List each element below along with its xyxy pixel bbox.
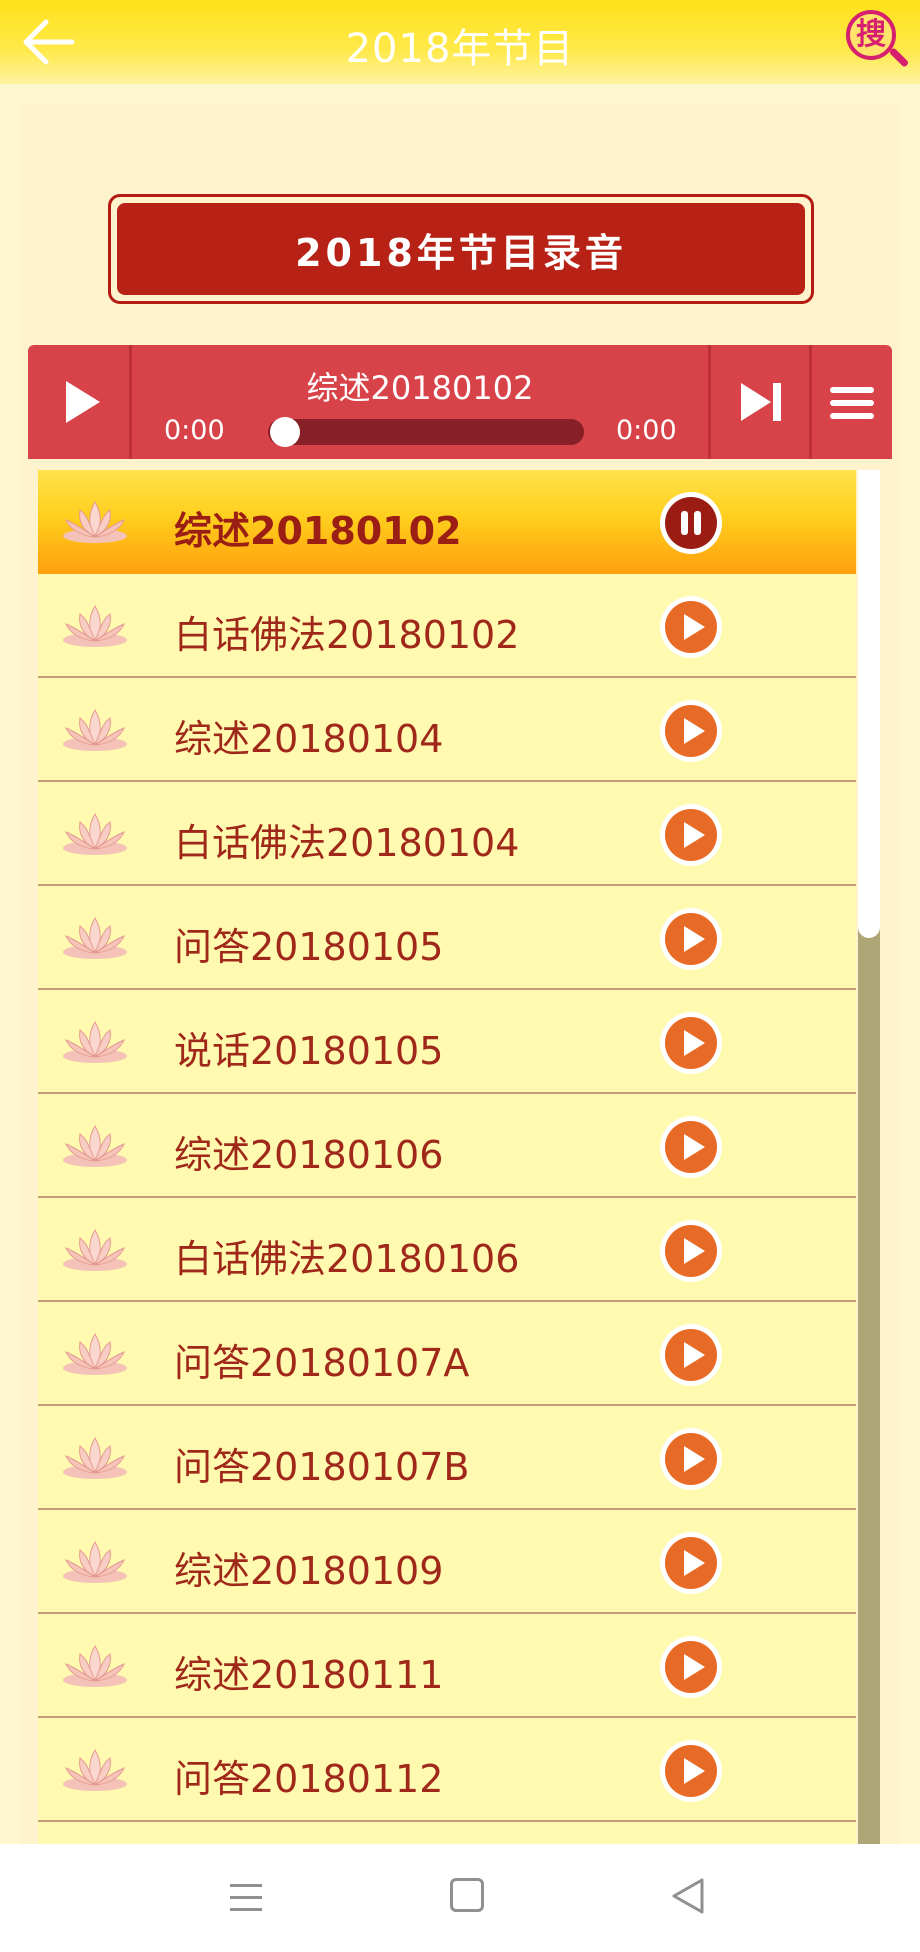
player-play-button[interactable] (28, 345, 132, 459)
lotus-icon (60, 600, 130, 650)
track-label: 综述20180102 (174, 509, 462, 553)
track-row[interactable]: 问答20180112 (38, 1718, 856, 1822)
top-app-bar: 2018年节目 搜 (0, 0, 920, 84)
lotus-icon (60, 704, 130, 754)
track-play-button[interactable] (660, 804, 722, 866)
track-label: 综述20180104 (174, 717, 444, 761)
lotus-icon (60, 1120, 130, 1170)
play-icon (665, 809, 717, 861)
play-icon (665, 601, 717, 653)
track-label: 问答20180112 (174, 1757, 444, 1801)
lotus-icon (60, 1328, 130, 1378)
track-row[interactable]: 综述20180102 (38, 470, 856, 574)
play-icon (665, 1121, 717, 1173)
section-banner: 2018年节目录音 (108, 194, 814, 304)
player-seek-handle[interactable] (270, 417, 300, 447)
lotus-icon (60, 496, 130, 546)
play-icon (665, 913, 717, 965)
lotus-icon (60, 1536, 130, 1586)
track-play-button[interactable] (660, 1740, 722, 1802)
track-row[interactable]: 白话佛法20180102 (38, 574, 856, 678)
track-label: 综述20180106 (174, 1133, 444, 1177)
track-play-button[interactable] (660, 1116, 722, 1178)
track-play-button[interactable] (660, 1012, 722, 1074)
lotus-icon (60, 1640, 130, 1690)
search-icon: 搜 (846, 10, 896, 60)
pause-icon (665, 497, 717, 549)
track-row[interactable]: 问答20180107B (38, 1406, 856, 1510)
play-icon (665, 1329, 717, 1381)
play-icon (665, 705, 717, 757)
player-duration: 0:00 (616, 415, 677, 446)
track-label: 问答20180107B (174, 1445, 470, 1489)
player-track-title: 综述20180102 (306, 369, 534, 407)
system-nav-bar (0, 1844, 920, 1952)
track-label: 白话佛法20180102 (174, 613, 520, 657)
player-next-button[interactable] (708, 345, 812, 459)
track-play-button[interactable] (660, 1324, 722, 1386)
track-row[interactable]: 综述20180111 (38, 1614, 856, 1718)
track-play-button[interactable] (660, 1220, 722, 1282)
track-row[interactable] (38, 1822, 856, 1844)
player-progress-track[interactable] (268, 419, 584, 445)
track-label: 问答20180105 (174, 925, 444, 969)
track-list: 综述20180102 白话佛法20180102 综述20180104 白话佛法2018… (38, 470, 856, 1844)
player-info: 综述20180102 0:00 0:00 (134, 345, 706, 459)
play-icon (665, 1641, 717, 1693)
track-row[interactable]: 综述20180109 (38, 1510, 856, 1614)
play-icon (665, 1537, 717, 1589)
track-play-button[interactable] (660, 700, 722, 762)
track-play-button[interactable] (660, 1428, 722, 1490)
track-label: 综述20180111 (174, 1653, 444, 1697)
play-icon (665, 1433, 717, 1485)
track-play-button[interactable] (660, 908, 722, 970)
track-play-button[interactable] (660, 1636, 722, 1698)
track-pause-button[interactable] (660, 492, 722, 554)
track-row[interactable]: 综述20180104 (38, 678, 856, 782)
play-icon (66, 381, 100, 423)
menu-lines-icon (230, 1884, 262, 1911)
track-label: 问答20180107A (174, 1341, 470, 1385)
track-label: 综述20180109 (174, 1549, 444, 1593)
player-current-time: 0:00 (164, 415, 225, 446)
section-banner-label: 2018年节目录音 (117, 203, 805, 295)
play-icon (665, 1745, 717, 1797)
track-label: 白话佛法20180106 (174, 1237, 520, 1281)
lotus-icon (60, 1016, 130, 1066)
scrollbar-thumb[interactable] (858, 470, 880, 938)
track-row[interactable]: 白话佛法20180104 (38, 782, 856, 886)
lotus-icon (60, 1432, 130, 1482)
play-icon (665, 1225, 717, 1277)
track-row[interactable]: 问答20180105 (38, 886, 856, 990)
lotus-icon (60, 1744, 130, 1794)
track-row[interactable]: 综述20180106 (38, 1094, 856, 1198)
audio-player: 综述20180102 0:00 0:00 (28, 345, 892, 459)
page-title: 2018年节目 (345, 26, 575, 72)
nav-home-button[interactable] (450, 1878, 484, 1912)
track-label: 说话20180105 (174, 1029, 444, 1073)
track-row[interactable]: 白话佛法20180106 (38, 1198, 856, 1302)
nav-recent-button[interactable] (228, 1878, 264, 1918)
play-icon (665, 1017, 717, 1069)
track-row[interactable]: 问答20180107A (38, 1302, 856, 1406)
track-play-button[interactable] (660, 596, 722, 658)
track-row[interactable]: 说话20180105 (38, 990, 856, 1094)
track-label: 白话佛法20180104 (174, 821, 520, 865)
player-playlist-button[interactable] (812, 345, 892, 459)
search-button[interactable]: 搜 (846, 10, 910, 72)
lotus-icon (60, 808, 130, 858)
skip-next-icon (741, 383, 781, 421)
lotus-icon (60, 912, 130, 962)
lotus-icon (60, 1224, 130, 1274)
track-play-button[interactable] (660, 1532, 722, 1594)
triangle-back-icon (672, 1878, 704, 1914)
nav-back-button[interactable] (668, 1876, 708, 1916)
menu-icon (830, 387, 874, 419)
